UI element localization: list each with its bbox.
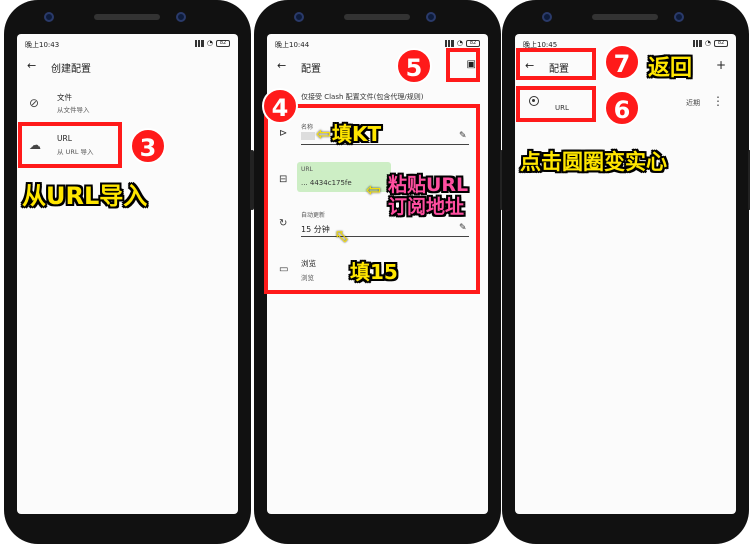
highlight-box-url — [18, 122, 122, 168]
sensor-icon — [176, 12, 186, 22]
status-bar: 晚上10:43 ◔ 82 — [17, 38, 238, 50]
camera-icon — [294, 12, 304, 22]
import-file-item[interactable]: ⊘ 文件 从文件导入 — [17, 90, 238, 120]
page-title: 创建配置 — [51, 64, 91, 75]
signal-icon — [692, 39, 702, 47]
phone-3: 晚上10:45 ◔ 82 ← 配置 + URL 近期 ⋮ 7 6 返回 点击圆圈变… — [502, 0, 750, 544]
camera-icon — [44, 12, 54, 22]
phone-1: 晚上10:43 ◔ 82 ← 创建配置 ⊘ 文件 从文件导入 ☁ URL 从 UR… — [4, 0, 254, 544]
status-time: 晚上10:44 — [275, 41, 310, 49]
info-text: 仅接受 Clash 配置文件(包含代理/规则) — [301, 93, 424, 101]
recent-label: 近期 — [686, 99, 700, 107]
annotation-text: 从URL导入 — [22, 182, 148, 210]
battery-icon: 82 — [466, 39, 480, 47]
phone-2: 晚上10:44 ◔ 82 ← 配置 ▣ 仅接受 Clash 配置文件(包含代理/规… — [254, 0, 504, 544]
step-badge-fields: 4 — [262, 88, 298, 124]
wifi-icon: ◔ — [206, 39, 213, 47]
arrow-icon: ⇦ — [366, 180, 382, 201]
annotation-radio: 点击圆圈变实心 — [520, 150, 667, 174]
signal-icon — [444, 39, 454, 47]
wifi-icon: ◔ — [456, 39, 463, 47]
annotation-update: 填15 — [350, 260, 398, 284]
arrow-icon: ⇦ — [316, 124, 332, 145]
annotation-back: 返回 — [648, 56, 693, 81]
highlight-box-back — [516, 48, 596, 80]
step-badge: 3 — [130, 128, 166, 164]
battery-icon: 82 — [216, 39, 230, 47]
step-badge-save: 5 — [396, 48, 432, 84]
item-label: 文件 — [57, 93, 72, 102]
sensor-icon — [426, 12, 436, 22]
back-arrow-icon[interactable]: ← — [277, 59, 286, 72]
item-sublabel: 从文件导入 — [57, 106, 90, 114]
wifi-icon: ◔ — [704, 39, 711, 47]
annotation-name: 填KT — [332, 122, 382, 146]
signal-icon — [194, 39, 204, 47]
back-arrow-icon[interactable]: ← — [27, 59, 36, 72]
highlight-box-save — [446, 48, 480, 82]
sensor-icon — [674, 12, 684, 22]
app-bar: ← 创建配置 — [17, 56, 238, 78]
step-badge-radio: 6 — [604, 90, 640, 126]
plus-icon[interactable]: + — [716, 58, 726, 72]
paperclip-icon: ⊘ — [29, 96, 40, 110]
battery-icon: 82 — [714, 39, 728, 47]
annotation-url-2: 订阅地址 — [388, 196, 465, 218]
status-time: 晚上10:43 — [25, 41, 60, 49]
more-vert-icon[interactable]: ⋮ — [712, 94, 724, 108]
camera-icon — [542, 12, 552, 22]
step-badge-back: 7 — [604, 44, 640, 80]
page-title: 配置 — [301, 64, 321, 75]
highlight-box-radio — [516, 86, 596, 122]
screen-1: 晚上10:43 ◔ 82 ← 创建配置 ⊘ 文件 从文件导入 ☁ URL 从 UR… — [17, 34, 238, 514]
